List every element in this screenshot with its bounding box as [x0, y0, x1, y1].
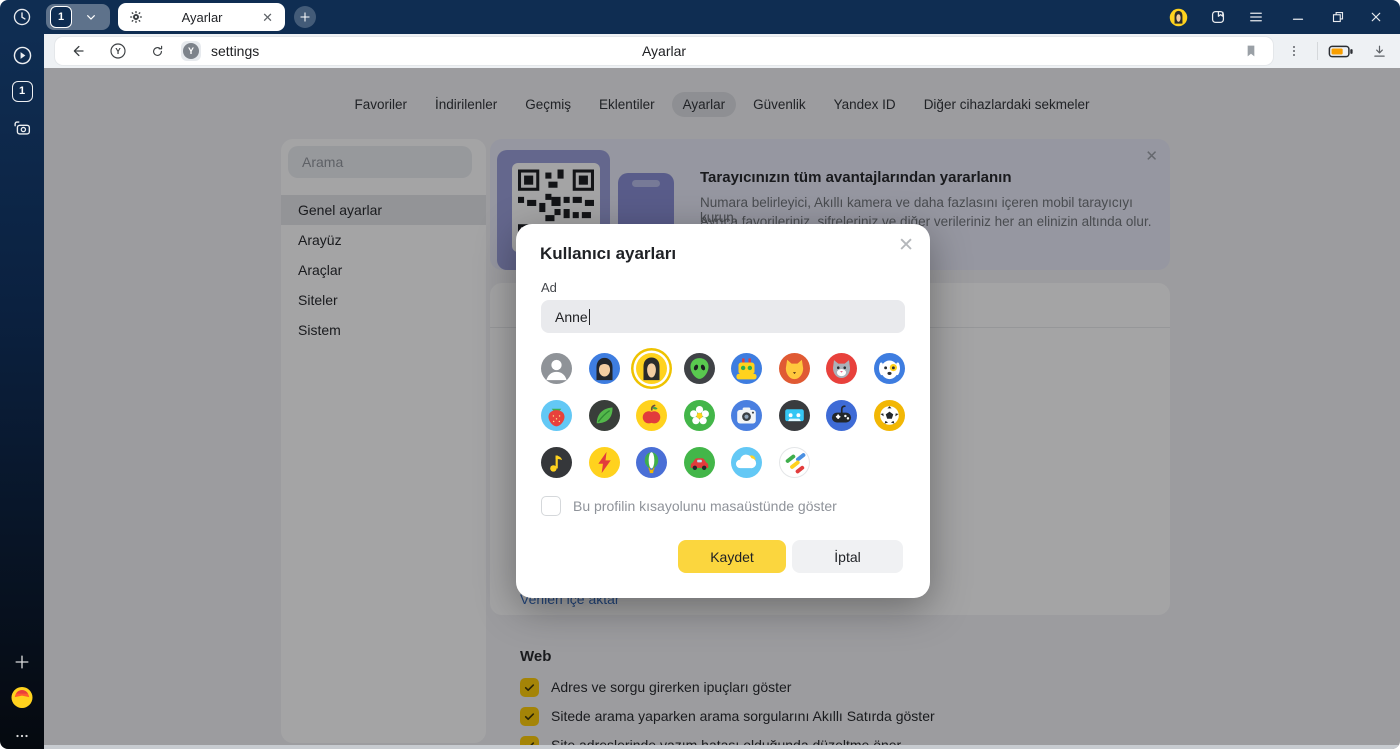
- name-value: Anne: [555, 309, 588, 325]
- avatar-balloon[interactable]: [636, 447, 667, 478]
- name-label: Ad: [541, 280, 557, 295]
- svg-text:Y: Y: [115, 46, 121, 56]
- site-favicon: Y: [181, 41, 201, 61]
- tab-close-icon[interactable]: ✕: [260, 9, 275, 26]
- tab-ayarlar[interactable]: Ayarlar ✕: [118, 3, 285, 31]
- avatar-leaf[interactable]: [589, 400, 620, 431]
- avatar-cloud[interactable]: [731, 447, 762, 478]
- sidebar-add-icon[interactable]: [10, 650, 34, 674]
- side-panel: 1: [0, 34, 44, 749]
- avatar-man[interactable]: [589, 353, 620, 384]
- avatar-cat[interactable]: [826, 353, 857, 384]
- menu-icon[interactable]: [1238, 0, 1274, 34]
- settings-page: FavorilerİndirilenlerGeçmişEklentilerAya…: [44, 68, 1400, 749]
- yandex-browser-logo[interactable]: [10, 685, 34, 709]
- browser-window: 1 Ayarlar ✕: [0, 0, 1400, 749]
- avatar-camera[interactable]: [731, 400, 762, 431]
- avatar-person[interactable]: [541, 353, 572, 384]
- refresh-icon[interactable]: [143, 37, 171, 65]
- avatar-dog[interactable]: [874, 353, 905, 384]
- text-caret: [589, 309, 590, 325]
- back-icon[interactable]: [63, 37, 91, 65]
- new-tab-button[interactable]: [294, 6, 316, 28]
- sidebar-more-icon[interactable]: [10, 724, 34, 748]
- cancel-button[interactable]: İptal: [792, 540, 903, 573]
- avatar-lightning[interactable]: [589, 447, 620, 478]
- desktop-shortcut-label: Bu profilin kısayolunu masaüstünde göste…: [573, 498, 837, 514]
- bottom-scroll-strip: [44, 745, 1400, 749]
- avatar-robot[interactable]: [731, 353, 762, 384]
- name-field[interactable]: Anne: [541, 300, 905, 333]
- screenshot-icon[interactable]: [10, 116, 34, 140]
- tab-group-button[interactable]: 1: [46, 4, 110, 30]
- avatar-music[interactable]: [541, 447, 572, 478]
- avatar-car[interactable]: [684, 447, 715, 478]
- sidebar-tab-count: 1: [12, 81, 33, 102]
- tab-group-count: 1: [50, 6, 72, 28]
- chevron-down-icon[interactable]: [72, 9, 110, 25]
- avatar-woman[interactable]: [636, 353, 667, 384]
- panels-icon[interactable]: [1200, 0, 1236, 34]
- user-settings-modal: ✕ Kullanıcı ayarları Ad Anne Bu profilin…: [516, 224, 930, 598]
- desktop-shortcut-row[interactable]: Bu profilin kısayolunu masaüstünde göste…: [541, 496, 837, 516]
- minimize-button[interactable]: [1280, 0, 1316, 34]
- avatar-alien[interactable]: [684, 353, 715, 384]
- extensions-menu-icon[interactable]: [1280, 37, 1308, 65]
- avatar-flower[interactable]: [684, 400, 715, 431]
- avatar-strawberry[interactable]: [541, 400, 572, 431]
- avatar-fox[interactable]: [779, 353, 810, 384]
- save-button[interactable]: Kaydet: [678, 540, 786, 573]
- modal-title: Kullanıcı ayarları: [540, 244, 676, 264]
- yandex-button-icon[interactable]: Y: [104, 37, 132, 65]
- avatar-cassette[interactable]: [779, 400, 810, 431]
- tabs-panel-icon[interactable]: 1: [10, 79, 34, 103]
- restore-button[interactable]: [1320, 0, 1356, 34]
- toolbar-divider: [1317, 42, 1318, 60]
- url-text[interactable]: settings: [211, 37, 259, 65]
- avatar-gamepad[interactable]: [826, 400, 857, 431]
- tab-title: Ayarlar: [144, 10, 260, 25]
- downloads-icon[interactable]: [1364, 37, 1394, 65]
- avatar-grid: [541, 353, 905, 478]
- address-bar[interactable]: Y Y settings Ayarlar: [55, 37, 1273, 65]
- close-button[interactable]: [1358, 0, 1394, 34]
- avatar-confetti[interactable]: [779, 447, 810, 478]
- gear-icon: [128, 9, 144, 25]
- battery-icon[interactable]: [1324, 37, 1358, 65]
- desktop-shortcut-checkbox[interactable]: [541, 496, 561, 516]
- modal-close-icon[interactable]: ✕: [898, 234, 914, 257]
- history-clock-icon[interactable]: [10, 5, 34, 29]
- avatar-apple[interactable]: [636, 400, 667, 431]
- play-media-icon[interactable]: [10, 43, 34, 67]
- toolbar: Y Y settings Ayarlar: [44, 34, 1400, 68]
- tab-bar: 1 Ayarlar ✕: [0, 0, 1400, 34]
- bookmark-icon[interactable]: [1237, 37, 1265, 65]
- profile-avatar[interactable]: [1160, 0, 1196, 34]
- avatar-football[interactable]: [874, 400, 905, 431]
